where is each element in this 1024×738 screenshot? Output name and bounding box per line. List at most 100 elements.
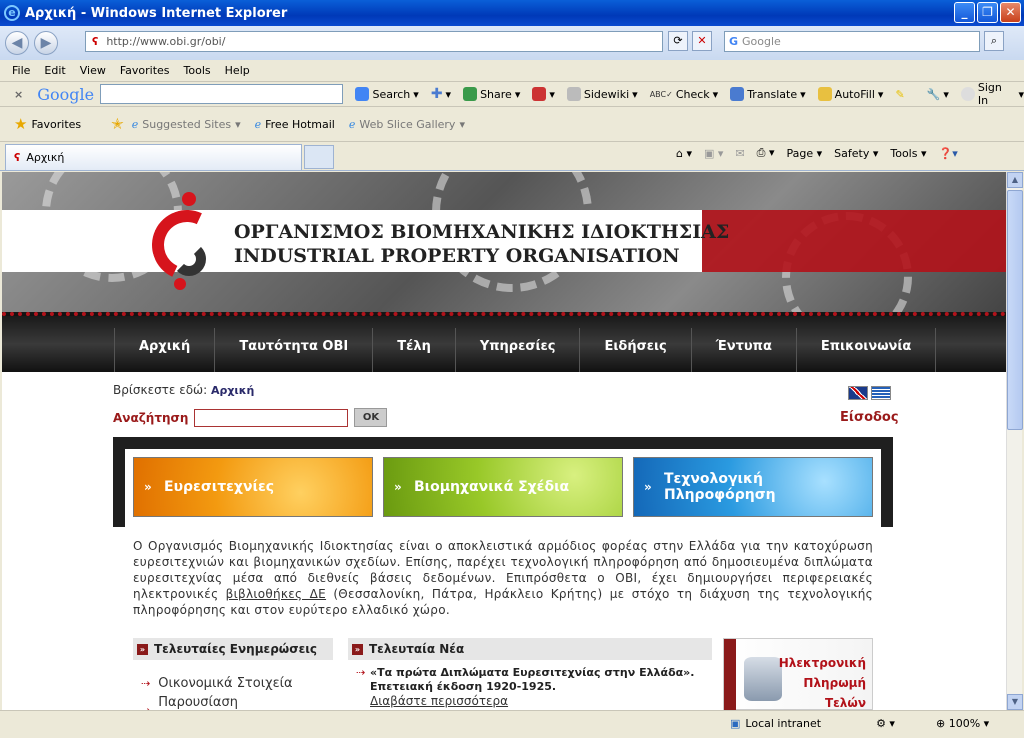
site-favicon-icon: ʕ bbox=[92, 35, 99, 48]
search-label: Αναζήτηση bbox=[113, 410, 189, 425]
arrow-right-icon: ⇢ bbox=[356, 666, 366, 679]
chevron-right-icon: » bbox=[644, 480, 652, 494]
feeds-icon[interactable]: ▣ ▾ bbox=[704, 147, 723, 160]
news-box: » Τελευταία Νέα ⇢ «Τα πρώτα Διπλώματα Ευρ… bbox=[348, 638, 712, 710]
intro-text: Ο Οργανισμός Βιομηχανικής Ιδιοκτησίας εί… bbox=[133, 539, 873, 617]
scroll-up-icon[interactable]: ▲ bbox=[1007, 172, 1023, 188]
search-icon bbox=[355, 87, 370, 101]
scroll-down-icon[interactable]: ▼ bbox=[1007, 694, 1023, 710]
suggested-sites-link[interactable]: ℯ Suggested Sites ▾ bbox=[132, 118, 241, 131]
nav-forms[interactable]: Έντυπα bbox=[690, 328, 796, 372]
google-search-input[interactable] bbox=[100, 84, 344, 104]
close-toolbar-icon[interactable]: × bbox=[14, 88, 23, 101]
feature-tech-info[interactable]: » Τεχνολογική Πληροφόρηση bbox=[633, 457, 873, 517]
highlight-button[interactable]: ✎ bbox=[895, 88, 904, 101]
tools-menu[interactable]: Tools ▾ bbox=[890, 147, 926, 160]
new-tab-button[interactable] bbox=[304, 145, 334, 169]
vertical-scrollbar[interactable]: ▲ ▼ bbox=[1006, 172, 1023, 710]
org-name: ΟΡΓΑΝΙΣΜΟΣ ΒΙΟΜΗΧΑΝΙΚΗΣ ΙΔΙΟΚΤΗΣΙΑΣ INDU… bbox=[234, 220, 729, 268]
news-title: Τελευταία Νέα bbox=[369, 642, 465, 656]
feature-designs[interactable]: » Βιομηχανικά Σχέδια bbox=[383, 457, 623, 517]
read-more-link[interactable]: Διαβάστε περισσότερα bbox=[348, 694, 712, 708]
sign-in-button[interactable]: Sign In ▾ bbox=[960, 81, 1024, 107]
print-icon[interactable]: ⎙ ▾ bbox=[757, 146, 775, 160]
english-flag-icon[interactable] bbox=[848, 386, 868, 400]
page-menu[interactable]: Page ▾ bbox=[786, 147, 822, 160]
translate-button[interactable]: Translate ▾ bbox=[730, 87, 806, 101]
settings-button[interactable]: 🔧 ▾ bbox=[927, 88, 949, 101]
tab-favicon-icon: ʕ bbox=[14, 151, 21, 164]
user-icon bbox=[960, 87, 975, 101]
mail-icon[interactable]: ✉ bbox=[735, 147, 744, 160]
org-name-english: INDUSTRIAL PROPERTY ORGANISATION bbox=[234, 245, 680, 267]
favorites-button[interactable]: ★ Favorites bbox=[14, 115, 81, 133]
favorites-bar: ★ Favorites ✭ ℯ Suggested Sites ▾ ℯ Free Ho… bbox=[0, 107, 1024, 142]
section-bullet-icon: » bbox=[352, 643, 363, 655]
e-payment-banner[interactable]: Ηλεκτρονική Πληρωμή Τελών bbox=[723, 638, 873, 710]
home-icon[interactable]: ⌂ ▾ bbox=[676, 147, 692, 160]
add-favorite-button[interactable]: ✭ bbox=[111, 115, 124, 133]
nav-services[interactable]: Υπηρεσίες bbox=[454, 328, 580, 372]
menu-favorites[interactable]: Favorites bbox=[120, 64, 170, 77]
google-icon: G bbox=[729, 35, 739, 48]
updates-title: Τελευταίες Ενημερώσεις bbox=[154, 642, 318, 656]
search-ok-button[interactable]: OK bbox=[354, 408, 388, 427]
refresh-button[interactable]: ⟳ bbox=[668, 31, 688, 51]
menu-view[interactable]: View bbox=[80, 64, 106, 77]
list-item[interactable]: ⇢ Οικονομικά Στοιχεία bbox=[133, 668, 333, 691]
free-hotmail-link[interactable]: ℯ Free Hotmail bbox=[255, 118, 335, 131]
protected-mode-icon: ⚙ ▾ bbox=[876, 717, 895, 730]
plus-icon: ✚ bbox=[430, 86, 443, 102]
popup-blocker-button[interactable]: ▾ bbox=[532, 87, 555, 101]
menu-file[interactable]: File bbox=[12, 64, 30, 77]
close-button[interactable]: ✕ bbox=[1000, 2, 1021, 23]
zoom-icon: ⊕ bbox=[936, 717, 946, 730]
autofill-button[interactable]: AutoFill ▾ bbox=[817, 87, 883, 101]
command-bar: ⌂ ▾ ▣ ▾ ✉ ⎙ ▾ Page ▾ Safety ▾ Tools ▾ ❓▾ bbox=[676, 146, 958, 160]
site-search-input[interactable] bbox=[194, 408, 349, 427]
sidewiki-button[interactable]: Sidewiki ▾ bbox=[566, 87, 638, 101]
spellcheck-button[interactable]: ABC✓ Check ▾ bbox=[650, 88, 718, 101]
libraries-link[interactable]: βιβλιοθήκες ΔΕ bbox=[226, 587, 326, 601]
greek-flag-icon[interactable] bbox=[871, 386, 891, 400]
security-zone[interactable]: ▣ Local intranet ⚙ ▾ bbox=[730, 717, 895, 730]
nav-identity[interactable]: Ταυτότητα ΟΒΙ bbox=[214, 328, 372, 372]
zoom-control[interactable]: ⊕ 100% ▾ bbox=[936, 717, 989, 730]
language-switcher bbox=[848, 386, 891, 400]
scroll-thumb[interactable] bbox=[1007, 190, 1023, 430]
web-slice-gallery-link[interactable]: ℯ Web Slice Gallery ▾ bbox=[349, 118, 465, 131]
back-button[interactable]: ◀ bbox=[5, 31, 29, 55]
help-icon[interactable]: ❓▾ bbox=[939, 147, 958, 160]
share-button[interactable]: Share ▾ bbox=[463, 87, 520, 101]
safety-menu[interactable]: Safety ▾ bbox=[834, 147, 878, 160]
nav-fees[interactable]: Τέλη bbox=[372, 328, 455, 372]
ie-window: e Αρχική - Windows Internet Explorer _ ❐… bbox=[0, 0, 1024, 738]
menu-help[interactable]: Help bbox=[225, 64, 250, 77]
nav-home[interactable]: Αρχική bbox=[114, 328, 214, 372]
restore-button[interactable]: ❐ bbox=[977, 2, 998, 23]
address-bar[interactable]: ʕ http://www.obi.gr/obi/ bbox=[85, 31, 663, 52]
breadcrumb-home-link[interactable]: Αρχική bbox=[211, 384, 254, 397]
plus-button[interactable]: ✚ ▾ bbox=[431, 86, 451, 102]
google-search-button[interactable]: Search ▾ bbox=[355, 87, 419, 101]
feature-patents[interactable]: » Ευρεσιτεχνίες bbox=[133, 457, 373, 517]
menu-bar: File Edit View Favorites Tools Help bbox=[0, 60, 1024, 82]
list-item[interactable]: ⇢Παρουσίαση Ηλεκτρονικών bbox=[133, 691, 333, 710]
forward-button[interactable]: ▶ bbox=[34, 31, 58, 55]
login-link[interactable]: Είσοδος bbox=[840, 410, 899, 425]
autofill-icon bbox=[817, 87, 832, 101]
address-row: ◀ ▶ ʕ http://www.obi.gr/obi/ ⟳ ✕ G Googl… bbox=[0, 26, 1024, 60]
tab-home[interactable]: ʕ Αρχική bbox=[5, 144, 302, 170]
search-input[interactable]: G Google bbox=[724, 31, 980, 52]
ie-page-icon: ℯ bbox=[254, 117, 262, 131]
minimize-button[interactable]: _ bbox=[954, 2, 975, 23]
nav-contact[interactable]: Επικοινωνία bbox=[795, 328, 937, 372]
menu-edit[interactable]: Edit bbox=[44, 64, 65, 77]
search-go-button[interactable]: ⌕ bbox=[984, 31, 1004, 51]
window-title: Αρχική - Windows Internet Explorer bbox=[25, 5, 288, 21]
menu-tools[interactable]: Tools bbox=[184, 64, 211, 77]
tab-row: ʕ Αρχική ⌂ ▾ ▣ ▾ ✉ ⎙ ▾ Page ▾ Safety ▾ T… bbox=[0, 142, 1024, 171]
wrench-icon: 🔧 bbox=[926, 87, 941, 101]
nav-news[interactable]: Ειδήσεις bbox=[579, 328, 690, 372]
stop-button[interactable]: ✕ bbox=[692, 31, 712, 51]
